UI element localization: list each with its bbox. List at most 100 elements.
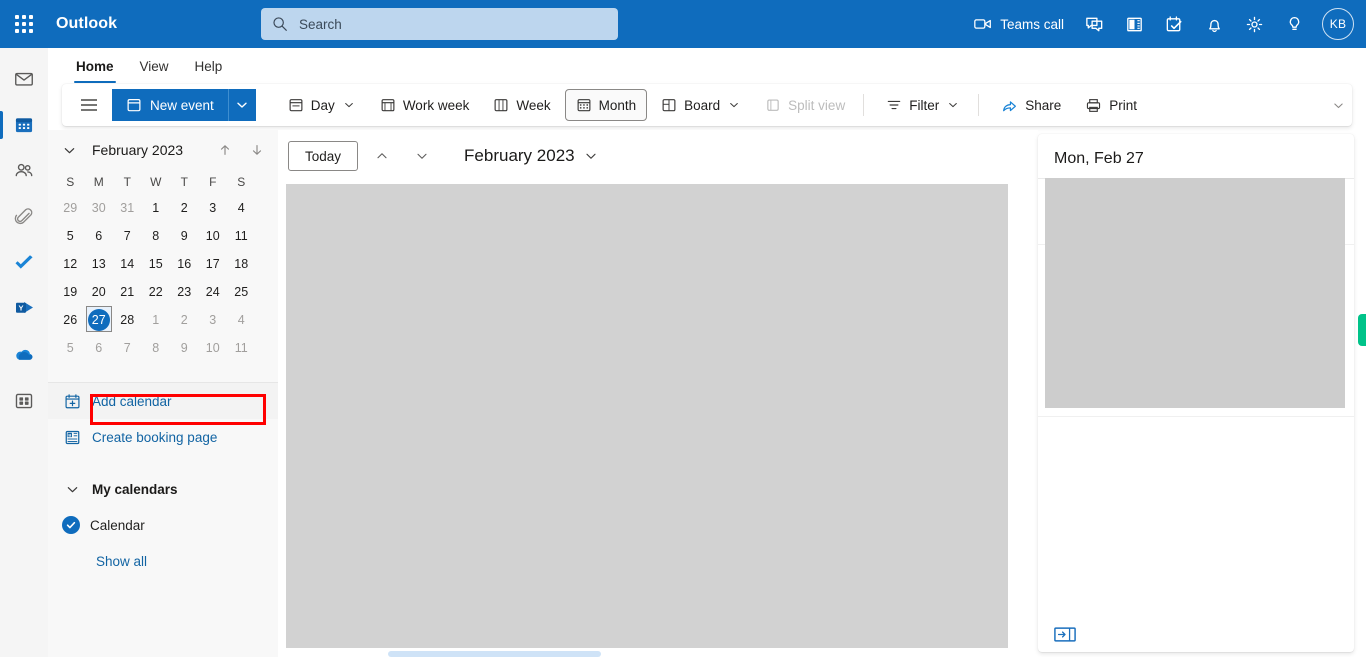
mini-day[interactable]: 2 [170,306,199,334]
mini-day[interactable]: 29 [56,194,85,222]
teams-call-button[interactable]: Teams call [963,0,1074,48]
view-button-work-week[interactable]: Work week [370,89,480,121]
mini-day[interactable]: 26 [56,306,85,334]
mini-day[interactable]: 9 [170,222,199,250]
lightbulb-icon[interactable] [1274,0,1314,48]
chevron-down-icon[interactable] [946,100,960,110]
month-picker-button[interactable]: February 2023 [464,146,598,166]
mini-day[interactable]: 31 [113,194,142,222]
mini-day[interactable]: 16 [170,250,199,278]
rail-item-to-do[interactable] [0,240,48,286]
mini-day[interactable]: 24 [199,278,228,306]
new-event-dropdown[interactable] [227,89,256,121]
mini-day[interactable]: 1 [142,306,171,334]
mini-day[interactable]: 14 [113,250,142,278]
tab-home[interactable]: Home [64,50,126,83]
hamburger-icon[interactable] [72,89,106,121]
tab-help[interactable]: Help [183,50,235,83]
mini-calendar-title[interactable]: February 2023 [88,142,206,158]
mini-day[interactable]: 10 [199,334,228,362]
mini-day[interactable]: 8 [142,222,171,250]
chevron-down-icon[interactable] [342,100,356,110]
view-button-day[interactable]: Day [278,89,366,121]
horizontal-scrollbar-thumb[interactable] [388,651,601,657]
app-launcher-icon[interactable] [0,0,48,48]
mini-day[interactable]: 4 [227,194,256,222]
print-button[interactable]: Print [1075,89,1147,121]
mini-day[interactable]: 5 [56,334,85,362]
mini-day[interactable]: 15 [142,250,171,278]
chat-icon[interactable] [1074,0,1114,48]
rail-item-onedrive[interactable] [0,332,48,378]
skype-icon[interactable] [1114,0,1154,48]
tasks-icon[interactable] [1154,0,1194,48]
mini-day[interactable]: 12 [56,250,85,278]
mini-day[interactable]: 28 [113,306,142,334]
bell-icon[interactable] [1194,0,1234,48]
add-calendar-button[interactable]: Add calendar [48,383,278,419]
today-button[interactable]: Today [288,141,359,171]
mini-day[interactable]: 5 [56,222,85,250]
previous-period-button[interactable] [366,140,398,172]
avatar[interactable]: KB [1322,8,1354,40]
search-input[interactable] [299,16,608,32]
mini-day[interactable]: 7 [113,334,142,362]
arrow-up-icon[interactable] [212,137,238,163]
chevron-down-icon[interactable] [56,137,82,163]
mini-day[interactable]: 13 [85,250,114,278]
mini-day[interactable]: 30 [85,194,114,222]
share-button[interactable]: Share [991,89,1071,121]
next-period-button[interactable] [406,140,438,172]
mini-day-selected[interactable]: 27 [85,306,114,334]
mini-day[interactable]: 10 [199,222,228,250]
week-view-icon [494,99,508,112]
rail-item-mail[interactable] [0,56,48,102]
mini-day[interactable]: 19 [56,278,85,306]
calendar-checkbox-checked[interactable] [62,516,80,534]
feedback-tab[interactable] [1358,314,1366,346]
view-button-month[interactable]: Month [564,89,648,121]
mini-day[interactable]: 4 [227,306,256,334]
mini-day[interactable]: 7 [113,222,142,250]
mini-day[interactable]: 20 [85,278,114,306]
new-event-button[interactable]: New event [112,89,228,121]
mini-day[interactable]: 6 [85,334,114,362]
mini-day[interactable]: 9 [170,334,199,362]
expand-panel-icon[interactable] [1054,626,1076,642]
mini-day[interactable]: 3 [199,194,228,222]
toolbar-overflow-chevron-down-icon[interactable] [1328,84,1348,126]
search-box[interactable] [261,8,618,40]
arrow-down-icon[interactable] [244,137,270,163]
rail-item-files[interactable] [0,194,48,240]
mini-day[interactable]: 2 [170,194,199,222]
horizontal-scrollbar[interactable] [278,651,1038,657]
view-button-board[interactable]: Board [651,89,751,121]
rail-item-apps[interactable] [0,378,48,424]
mini-day[interactable]: 23 [170,278,199,306]
chevron-down-icon[interactable] [727,100,741,110]
mini-day[interactable]: 25 [227,278,256,306]
app-brand-outlook[interactable]: Outlook [56,15,117,33]
filter-button[interactable]: Filter [876,89,970,121]
mini-day[interactable]: 11 [227,222,256,250]
rail-item-yammer[interactable]: Y [0,286,48,332]
mini-day[interactable]: 6 [85,222,114,250]
ribbon-tab-bar: Home View Help [48,48,1366,83]
view-button-week[interactable]: Week [483,89,560,121]
my-calendars-group[interactable]: My calendars [48,471,278,507]
mini-day[interactable]: 8 [142,334,171,362]
show-all-button[interactable]: Show all [48,543,278,579]
tab-view[interactable]: View [128,50,181,83]
mini-day[interactable]: 21 [113,278,142,306]
calendar-list-item[interactable]: Calendar [48,507,278,543]
mini-day[interactable]: 1 [142,194,171,222]
mini-day[interactable]: 22 [142,278,171,306]
mini-day[interactable]: 18 [227,250,256,278]
mini-day[interactable]: 3 [199,306,228,334]
mini-day[interactable]: 17 [199,250,228,278]
mini-day[interactable]: 11 [227,334,256,362]
rail-item-calendar[interactable] [0,102,48,148]
create-booking-page-button[interactable]: B Create booking page [48,419,278,455]
rail-item-people[interactable] [0,148,48,194]
gear-icon[interactable] [1234,0,1274,48]
